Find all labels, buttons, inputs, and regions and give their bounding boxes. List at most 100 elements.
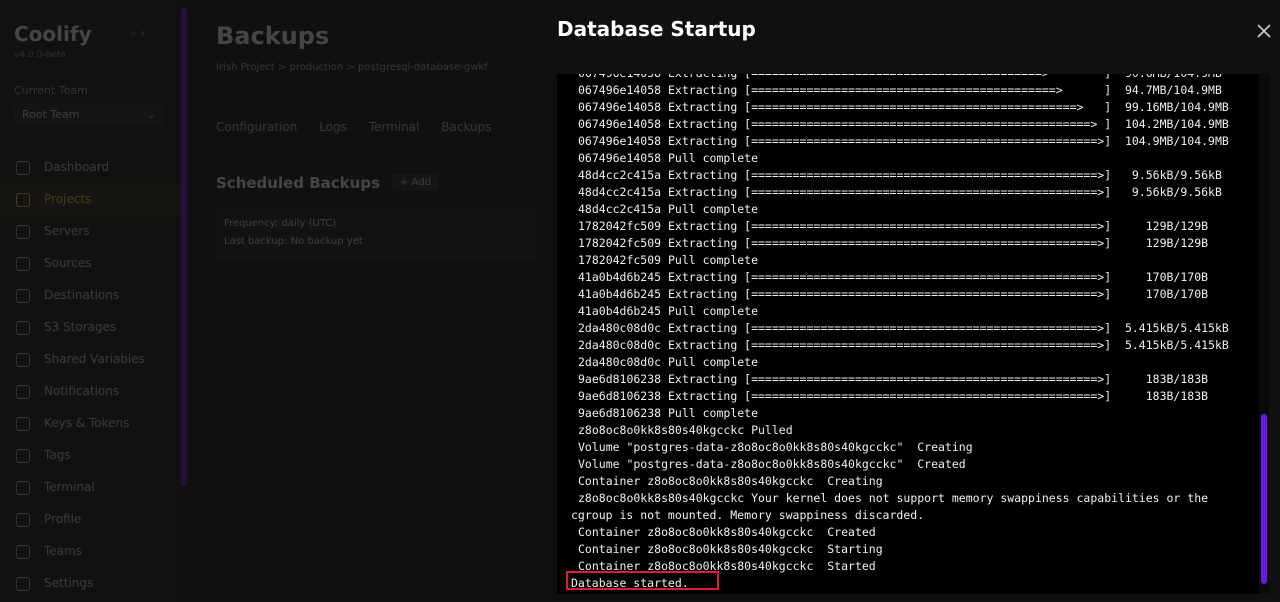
log-line: 1782042fc509 Extracting [===============… [578, 236, 1209, 250]
log-line: 2da480c08d0c Extracting [===============… [578, 321, 1229, 335]
sidebar-item-teams[interactable]: Teams [0, 536, 180, 568]
add-backup-button[interactable]: + Add [392, 174, 439, 191]
page-title: Backups [216, 22, 330, 50]
sidebar-item-tags[interactable]: Tags [0, 440, 180, 472]
log-line: 9ae6d8106238 Pull complete [578, 406, 759, 420]
log-line: 48d4cc2c415a Extracting [===============… [578, 185, 1222, 199]
tag-icon [16, 449, 30, 463]
log-line: 1782042fc509 Pull complete [578, 253, 759, 267]
breadcrumb[interactable]: Irish Project > production > postgresql-… [216, 62, 488, 73]
team-select[interactable]: Root Team ⌄ [14, 104, 164, 126]
log-line: 48d4cc2c415a Extracting [===============… [578, 168, 1222, 182]
chevron-icon[interactable]: ‹ [141, 26, 146, 40]
sidebar: Coolify v4.0.0-beta ⌕ ‹ Current Team Roo… [0, 0, 180, 602]
folder-icon [16, 193, 30, 207]
sidebar-item-label: Notifications [44, 384, 120, 398]
sidebar-item-notifications[interactable]: Notifications [0, 376, 180, 408]
app-version: v4.0.0-beta [14, 50, 66, 60]
sidebar-item-projects[interactable]: Projects [0, 184, 180, 216]
user-icon [16, 513, 30, 527]
box-icon [16, 289, 30, 303]
server-icon [16, 225, 30, 239]
log-line: 1782042fc509 Extracting [===============… [578, 219, 1209, 233]
current-team-label: Current Team [14, 84, 88, 97]
sidebar-item-label: Tags [44, 448, 71, 462]
sidebar-item-label: Shared Variables [44, 352, 145, 366]
terminal-icon [16, 481, 30, 495]
git-icon [16, 257, 30, 271]
sidebar-item-servers[interactable]: Servers [0, 216, 180, 248]
app-logo: Coolify [14, 22, 92, 46]
log-line: 067496e14058 Pull complete [578, 151, 759, 165]
sidebar-item-profile[interactable]: Profile [0, 504, 180, 536]
chevron-down-icon: ⌄ [146, 108, 156, 121]
database-startup-modal: Database Startup 067496e14058 Extracting… [540, 0, 1280, 602]
sidebar-controls[interactable]: ⌕ ‹ [130, 26, 145, 41]
log-line: 9ae6d8106238 Extracting [===============… [578, 372, 1209, 386]
sidebar-item-label: S3 Storages [44, 320, 117, 334]
sidebar-item-label: Profile [44, 512, 82, 526]
backup-card[interactable]: Frequency: daily (UTC) Last backup: No b… [216, 210, 536, 260]
bell-icon [16, 385, 30, 399]
log-line: Container z8o8oc8o0kk8s80s40kgcckc Creat… [578, 474, 883, 488]
close-button[interactable] [1252, 19, 1276, 43]
tab-backups[interactable]: Backups [441, 120, 491, 134]
sidebar-item-shared-variables[interactable]: Shared Variables [0, 344, 180, 376]
log-line: 41a0b4d6b245 Pull complete [578, 304, 759, 318]
sidebar-item-label: Terminal [44, 480, 95, 494]
log-line: Container z8o8oc8o0kk8s80s40kgcckc Start… [578, 559, 876, 573]
log-line: 48d4cc2c415a Pull complete [578, 202, 759, 216]
home-icon [16, 161, 30, 175]
storage-icon [16, 321, 30, 335]
gear-icon [16, 577, 30, 591]
backup-frequency: Frequency: daily (UTC) [224, 218, 337, 229]
log-line: 2da480c08d0c Pull complete [578, 355, 759, 369]
sidebar-item-label: Sources [44, 256, 92, 270]
sidebar-item-label: Dashboard [44, 160, 110, 174]
sidebar-item-keys-tokens[interactable]: Keys & Tokens [0, 408, 180, 440]
sidebar-item-settings[interactable]: Settings [0, 568, 180, 600]
log-line: 067496e14058 Extracting [===============… [578, 117, 1229, 131]
tab-logs[interactable]: Logs [319, 120, 347, 134]
log-line-database-started: Database started. [571, 576, 689, 590]
sidebar-scrollbar[interactable] [181, 8, 187, 486]
startup-log[interactable]: 067496e14058 Extracting [===============… [557, 74, 1269, 594]
sidebar-item-destinations[interactable]: Destinations [0, 280, 180, 312]
log-line: 067496e14058 Extracting [===============… [557, 74, 1247, 82]
scheduled-backups-title: Scheduled Backups [216, 174, 381, 192]
team-icon [16, 545, 30, 559]
sidebar-item-terminal[interactable]: Terminal [0, 472, 180, 504]
sidebar-item-label: Settings [44, 576, 94, 590]
log-scrollbar-thumb[interactable] [1261, 414, 1267, 584]
sidebar-item-label: Keys & Tokens [44, 416, 130, 430]
log-line: Container z8o8oc8o0kk8s80s40kgcckc Creat… [578, 525, 876, 539]
key-icon [16, 417, 30, 431]
close-icon [1257, 24, 1271, 38]
sidebar-item-s3-storages[interactable]: S3 Storages [0, 312, 180, 344]
log-line: z8o8oc8o0kk8s80s40kgcckc Your kernel doe… [571, 491, 1215, 522]
log-lines: 067496e14058 Extracting [===============… [557, 74, 1247, 592]
sidebar-item-label: Servers [44, 224, 90, 238]
log-line: 41a0b4d6b245 Extracting [===============… [578, 287, 1209, 301]
log-line: 9ae6d8106238 Extracting [===============… [578, 389, 1209, 403]
log-scrollbar-track[interactable] [1259, 74, 1269, 594]
log-line: z8o8oc8o0kk8s80s40kgcckc Pulled [578, 423, 793, 437]
sidebar-item-dashboard[interactable]: Dashboard [0, 152, 180, 184]
log-line: 2da480c08d0c Extracting [===============… [578, 338, 1229, 352]
backup-last: Last backup: No backup yet [224, 236, 363, 247]
log-line: 067496e14058 Extracting [===============… [578, 134, 1229, 148]
tab-configuration[interactable]: Configuration [216, 120, 297, 134]
sidebar-item-label: Destinations [44, 288, 120, 302]
sidebar-item-sources[interactable]: Sources [0, 248, 180, 280]
log-line: Volume "postgres-data-z8o8oc8o0kk8s80s40… [578, 440, 973, 454]
log-line: Container z8o8oc8o0kk8s80s40kgcckc Start… [578, 542, 883, 556]
search-icon[interactable]: ⌕ [130, 26, 137, 40]
sidebar-nav: Dashboard Projects Servers Sources Destinati… [0, 152, 180, 600]
sidebar-item-label: Projects [44, 192, 92, 206]
tab-terminal[interactable]: Terminal [369, 120, 420, 134]
log-line: 067496e14058 Extracting [===============… [578, 100, 1229, 114]
team-select-value: Root Team [22, 108, 80, 121]
log-line: 067496e14058 Extracting [===============… [578, 83, 1222, 97]
log-line: 41a0b4d6b245 Extracting [===============… [578, 270, 1209, 284]
log-line: Volume "postgres-data-z8o8oc8o0kk8s80s40… [578, 457, 966, 471]
